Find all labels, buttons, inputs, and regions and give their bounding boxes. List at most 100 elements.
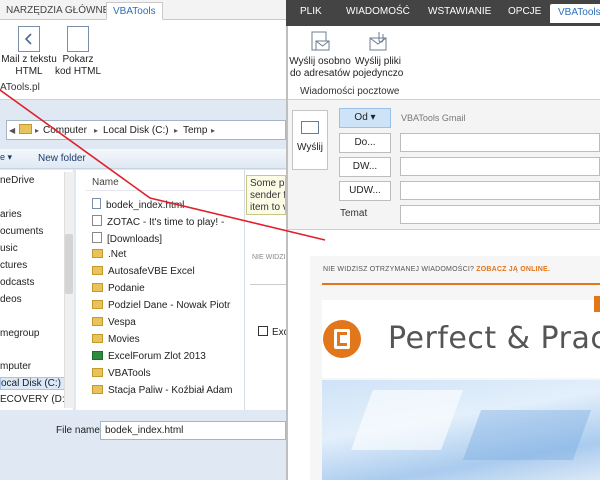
nav-item-local-disk[interactable]: ocal Disk (C:) (0, 377, 67, 390)
column-divider (86, 190, 244, 191)
file-item-bodek-index[interactable]: bodek_index.html (92, 198, 184, 214)
nav-item-recovery[interactable]: ECOVERY (D:) (0, 394, 68, 405)
nav-item-libraries[interactable]: aries (0, 209, 22, 220)
file-item-net[interactable]: .Net (92, 249, 126, 265)
file-name: .Net (108, 249, 127, 260)
view-online-link[interactable]: ZOBACZ JĄ ONLINE. (476, 266, 550, 273)
nav-item-videos[interactable]: deos (0, 294, 22, 305)
file-name: VBATools (108, 368, 151, 379)
folder-icon (19, 124, 32, 134)
tooltip-line: sender fr (250, 190, 286, 201)
folder-icon (92, 334, 103, 343)
file-item-podziel-dane[interactable]: Podziel Dane - Nowak Piotr (92, 300, 230, 316)
cc-field[interactable] (400, 157, 600, 176)
mail-from-html-label-2: HTML (15, 66, 43, 77)
folder-icon (92, 368, 103, 377)
file-name: Vespa (108, 317, 136, 328)
file-item-movies[interactable]: Movies (92, 334, 140, 350)
breadcrumb-separator-icon: ▸ (35, 126, 40, 135)
tab-plik[interactable]: PLIK (300, 6, 322, 17)
breadcrumb-separator-icon: ▸ (211, 126, 216, 135)
send-files-individually-button[interactable]: Wyślij pliki pojedynczo (352, 30, 404, 80)
show-html-code-button[interactable]: Pokarz kod HTML (52, 26, 104, 78)
tab-wiadomosc[interactable]: WIADOMOŚĆ (346, 6, 410, 17)
mail-from-html-button[interactable]: Mail z tekstu HTML (0, 26, 58, 78)
breadcrumb-local-disk[interactable]: Local Disk (C:) (103, 125, 169, 136)
tab-wstawianie[interactable]: WSTAWIANIE (428, 6, 491, 17)
folder-icon (92, 317, 103, 326)
tab-vbatools-word[interactable]: VBATools (106, 2, 163, 20)
file-item-excelforum[interactable]: ExcelForum Zlot 2013 (92, 351, 206, 367)
mail-from-html-label-1: Mail z tekstu (1, 54, 57, 65)
folder-icon (92, 300, 103, 309)
tab-narzedzia-glowne[interactable]: NARZĘDZIA GŁÓWNE (0, 2, 115, 20)
organize-menu[interactable]: e ▾ (0, 152, 12, 163)
send-separately-button[interactable]: Wyślij osobno do adresatów (288, 30, 352, 80)
preview-notice-text: NIE WIDZI (252, 254, 286, 261)
file-item-downloads[interactable]: [Downloads] (92, 232, 162, 248)
nav-item-podcasts[interactable]: odcasts (0, 277, 34, 288)
back-arrow-icon[interactable]: ◀ (9, 126, 15, 135)
send-files-label-2: pojedynczo (352, 68, 404, 79)
nav-scrollbar-thumb[interactable] (65, 234, 73, 294)
breadcrumb-computer[interactable]: Computer (43, 125, 87, 136)
nav-item-music[interactable]: usic (0, 243, 18, 254)
new-folder-button[interactable]: New folder (38, 153, 86, 164)
excel-logo-icon (258, 326, 268, 336)
file-item-autosafevbe[interactable]: AutosafeVBE Excel (92, 266, 195, 282)
file-item-vespa[interactable]: Vespa (92, 317, 136, 333)
file-name: bodek_index.html (106, 200, 185, 211)
send-label: Wyślij (296, 142, 323, 153)
address-bar[interactable]: ◀ ▸ Computer ▸ Local Disk (C:) ▸ Temp ▸ (6, 120, 286, 140)
to-field[interactable] (400, 133, 600, 152)
ribbon-group-label-right: Wiadomości pocztowe (300, 86, 400, 97)
bcc-field[interactable] (400, 181, 600, 200)
folder-icon (92, 283, 103, 292)
newsletter-title: Perfect & Pract (388, 321, 600, 356)
send-button[interactable]: Wyślij (292, 110, 328, 170)
nav-item-homegroup[interactable]: megroup (0, 328, 39, 339)
file-name: Podanie (108, 283, 145, 294)
breadcrumb-temp[interactable]: Temp (183, 125, 207, 136)
send-files-label-1: Wyślij pliki (354, 56, 402, 67)
file-item-podanie[interactable]: Podanie (92, 283, 145, 299)
tab-vbatools-outlook[interactable]: VBATools (550, 4, 600, 23)
filename-label: File name: (56, 425, 103, 436)
file-name: Movies (108, 334, 140, 345)
send-separately-icon (309, 30, 331, 54)
outlook-ribbon-tabs: PLIK WIADOMOŚĆ WSTAWIANIE OPCJE VBATools (286, 0, 600, 26)
subject-field[interactable] (400, 205, 600, 224)
preview-divider (250, 284, 286, 285)
filename-input[interactable] (100, 421, 286, 440)
breadcrumb-separator-icon: ▸ (174, 126, 179, 135)
shortcut-icon (92, 215, 102, 226)
ribbon-group-label-left: ATools.pl (0, 82, 40, 93)
nav-item-onedrive[interactable]: neDrive (0, 175, 34, 186)
logo-mark-inner (340, 335, 348, 343)
show-html-code-label-2: kod HTML (54, 66, 102, 77)
bcc-button[interactable]: UDW... (339, 181, 391, 201)
nav-item-documents[interactable]: ocuments (0, 226, 43, 237)
shortcut-icon (92, 232, 102, 243)
file-name: AutosafeVBE Excel (108, 266, 195, 277)
from-button[interactable]: Od ▾ (339, 108, 391, 128)
file-item-zotac[interactable]: ZOTAC - It's time to play! - (92, 215, 224, 231)
folder-icon (92, 249, 103, 258)
file-name: [Downloads] (107, 234, 163, 245)
preview-excel-item: Exc (258, 326, 289, 338)
tab-opcje[interactable]: OPCJE (508, 6, 541, 17)
cc-button[interactable]: DW... (339, 157, 391, 177)
hero-shape (351, 390, 463, 450)
hero-image (322, 380, 600, 480)
to-button[interactable]: Do... (339, 133, 391, 153)
nav-item-computer[interactable]: mputer (0, 361, 31, 372)
orange-accent (594, 296, 600, 312)
column-header-name[interactable]: Name (92, 177, 119, 188)
nav-item-pictures[interactable]: ctures (0, 260, 27, 271)
file-item-stacja-paliw[interactable]: Stacja Paliw - Koźbiał Adam (92, 385, 233, 401)
view-online-text: NIE WIDZISZ OTRZYMANEJ WIADOMOŚCI? (323, 266, 477, 273)
envelope-icon (301, 121, 319, 134)
file-name: Stacja Paliw - Koźbiał Adam (108, 385, 233, 396)
file-item-vbatools[interactable]: VBATools (92, 368, 151, 384)
code-document-icon (67, 26, 89, 52)
